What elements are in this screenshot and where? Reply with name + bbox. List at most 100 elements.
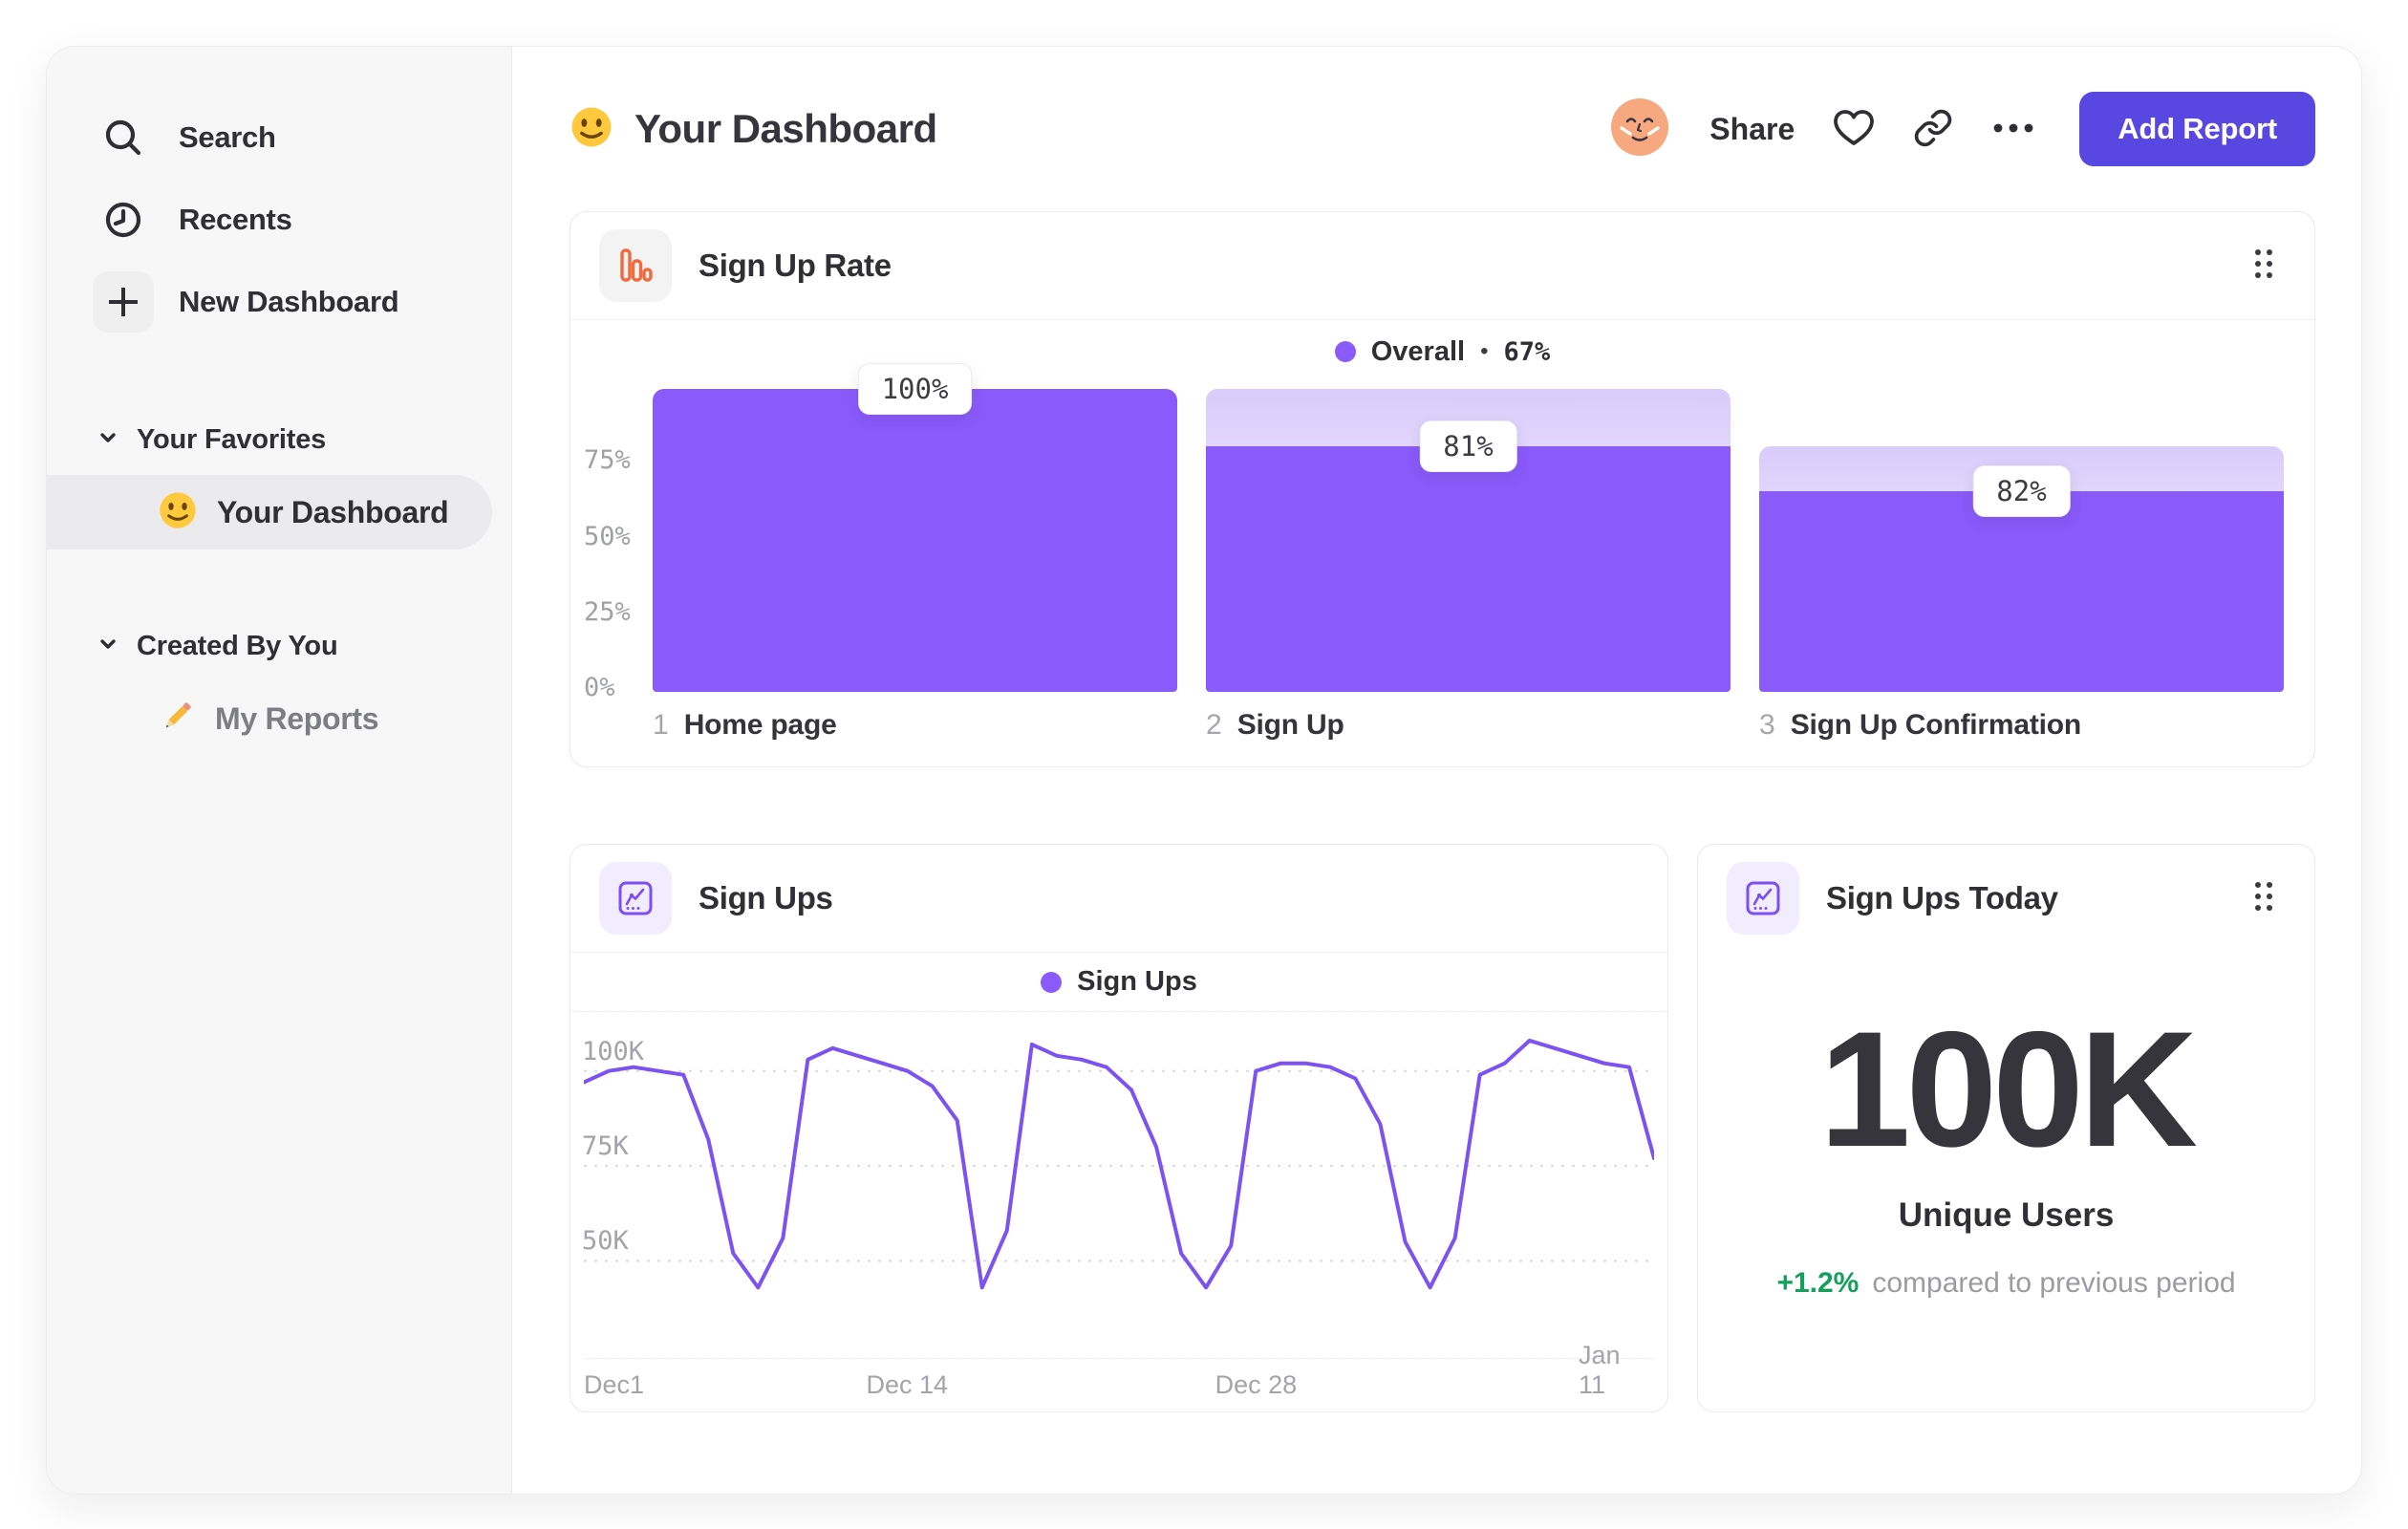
sidebar-item-my-reports[interactable]: My Reports xyxy=(47,681,492,756)
drag-handle-icon[interactable] xyxy=(2242,236,2286,296)
page-title: Your Dashboard xyxy=(634,106,937,151)
funnel-bar-fill xyxy=(1759,490,2284,692)
step-name: Sign Up Confirmation xyxy=(1790,709,2082,741)
y-tick-label: 50% xyxy=(584,521,631,551)
kpi-value: 100K xyxy=(1818,998,2198,1181)
sign-ups-today-card: Sign Ups Today 100K Unique Users +1.2% c… xyxy=(1697,844,2315,1412)
legend-label: Sign Ups xyxy=(1077,966,1197,997)
sidebar-item-label: My Reports xyxy=(215,700,379,736)
search-icon xyxy=(93,107,154,168)
favorites-section: Your Favorites Your Dashboard xyxy=(47,412,511,549)
funnel-bars-icon xyxy=(599,229,672,302)
legend-value: 67% xyxy=(1503,336,1551,367)
x-tick-label: Dec 28 xyxy=(1215,1370,1298,1399)
pencil-emoji xyxy=(158,698,196,741)
chevron-down-icon xyxy=(97,426,119,454)
card-title: Sign Up Rate xyxy=(699,248,892,283)
funnel-value-tag: 81% xyxy=(1419,420,1517,473)
avatar[interactable] xyxy=(1608,96,1671,163)
sidebar-item-your-dashboard[interactable]: Your Dashboard xyxy=(47,475,492,549)
funnel-bar-fill xyxy=(653,389,1177,692)
funnel-bar[interactable]: 100% xyxy=(653,363,1177,692)
created-by-you-section-header[interactable]: Created By You xyxy=(47,618,511,674)
chevron-down-icon xyxy=(97,633,119,660)
funnel-step-label: 3 Sign Up Confirmation xyxy=(1759,709,2284,742)
favorite-heart-button[interactable] xyxy=(1833,109,1875,150)
sidebar-item-recents[interactable]: Recents xyxy=(47,179,511,261)
sign-up-rate-card: Sign Up Rate Overall • 67% 75% 50% 25% 0% 1… xyxy=(570,211,2315,767)
plus-icon xyxy=(93,271,154,333)
line-chart-icon xyxy=(1727,862,1799,935)
funnel-bars: 100% 1 Home page 81% 2 Sign Up 82% 3 Sign Up Con… xyxy=(653,363,2284,766)
line-x-axis: Dec1 Dec 14 Dec 28 Jan 11 xyxy=(584,1341,1654,1411)
smiley-emoji xyxy=(570,105,613,154)
line-plot: 100K 75K 50K xyxy=(582,1012,1654,1358)
add-report-button[interactable]: Add Report xyxy=(2079,92,2315,166)
y-tick-label: 50K xyxy=(582,1226,629,1257)
ellipsis-icon xyxy=(1991,121,2035,138)
kpi-body: 100K Unique Users +1.2% compared to prev… xyxy=(1698,952,2314,1411)
sidebar-item-label: Recents xyxy=(179,203,292,236)
sidebar-item-new-dashboard[interactable]: New Dashboard xyxy=(47,261,511,343)
drag-handle-icon[interactable] xyxy=(2242,869,2286,929)
funnel-value-tag: 100% xyxy=(857,363,973,415)
clock-icon xyxy=(93,189,154,250)
kpi-delta-text: compared to previous period xyxy=(1872,1267,2236,1299)
share-button[interactable]: Share xyxy=(1709,112,1795,147)
sidebar: Search Recents New Dashboard Your Favori… xyxy=(47,47,512,1494)
y-tick-label: 75% xyxy=(584,445,631,476)
topbar: Your Dashboard Share Add Report xyxy=(570,47,2315,211)
funnel-legend[interactable]: Overall • 67% xyxy=(570,320,2314,383)
smiley-emoji xyxy=(158,490,198,535)
sign-ups-card-header: Sign Ups xyxy=(570,845,1667,952)
line-series xyxy=(584,1041,1654,1287)
line-legend[interactable]: Sign Ups xyxy=(570,953,1667,1012)
y-tick-label: 25% xyxy=(584,596,631,627)
legend-dot xyxy=(1334,341,1356,362)
sidebar-item-search[interactable]: Search xyxy=(47,97,511,179)
sidebar-item-label: Your Dashboard xyxy=(217,494,449,529)
more-options-button[interactable] xyxy=(1991,121,2035,138)
topbar-actions: Share Add Report xyxy=(1608,92,2315,166)
link-icon xyxy=(1913,108,1953,151)
heart-icon xyxy=(1833,109,1875,150)
main-content: Your Dashboard Share Add Report Sign Up … xyxy=(512,47,2361,1494)
kpi-delta: +1.2% xyxy=(1776,1267,1860,1299)
step-number: 2 xyxy=(1206,709,1222,741)
funnel-step-label: 2 Sign Up xyxy=(1206,709,1731,742)
sign-ups-today-card-header: Sign Ups Today xyxy=(1698,845,2314,952)
page-title-wrap: Your Dashboard xyxy=(570,105,937,154)
created-by-you-section: Created By You My Reports xyxy=(47,618,511,756)
funnel-value-tag: 82% xyxy=(1972,464,2071,517)
card-title: Sign Ups xyxy=(699,880,833,915)
line-chart-icon xyxy=(599,862,672,935)
funnel-step: 81% 2 Sign Up xyxy=(1206,389,1731,766)
y-tick-label: 100K xyxy=(582,1036,645,1066)
funnel-step: 82% 3 Sign Up Confirmation xyxy=(1759,389,2284,766)
step-number: 3 xyxy=(1759,709,1775,741)
copy-link-button[interactable] xyxy=(1913,108,1953,151)
funnel-bar[interactable]: 81% xyxy=(1206,389,1731,692)
sidebar-item-label: New Dashboard xyxy=(179,285,399,318)
funnel-chart: 75% 50% 25% 0% 100% 1 Home page 81% 2 Sign Up 82%… xyxy=(570,363,2314,766)
legend-dot xyxy=(1041,971,1063,993)
line-chart-svg xyxy=(584,1022,1654,1337)
card-title: Sign Ups Today xyxy=(1826,880,2058,915)
favorites-section-header[interactable]: Your Favorites xyxy=(47,412,511,467)
app-window: Search Recents New Dashboard Your Favori… xyxy=(46,46,2362,1495)
kpi-label: Unique Users xyxy=(1898,1196,2115,1234)
x-tick-label: Dec1 xyxy=(584,1370,645,1399)
y-tick-label: 0% xyxy=(584,673,615,702)
funnel-step-label: 1 Home page xyxy=(653,709,1177,742)
funnel-step: 100% 1 Home page xyxy=(653,363,1177,766)
step-name: Home page xyxy=(683,709,837,741)
step-number: 1 xyxy=(653,709,669,741)
sign-ups-card: Sign Ups Sign Ups 100K 75K 50K Dec1 Dec 14 D… xyxy=(570,844,1668,1412)
section-title: Your Favorites xyxy=(137,423,327,455)
funnel-bar-fill xyxy=(1206,446,1731,692)
bottom-row: Sign Ups Sign Ups 100K 75K 50K Dec1 Dec 14 D… xyxy=(570,844,2315,1412)
funnel-bar[interactable]: 82% xyxy=(1759,389,2284,692)
section-title: Created By You xyxy=(137,630,338,661)
x-tick-label: Jan 11 xyxy=(1579,1341,1621,1399)
kpi-delta-row: +1.2% compared to previous period xyxy=(1776,1267,2235,1300)
